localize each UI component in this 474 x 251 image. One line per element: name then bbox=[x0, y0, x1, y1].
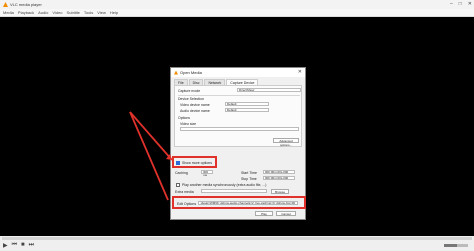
annotation-arrow bbox=[129, 111, 173, 201]
